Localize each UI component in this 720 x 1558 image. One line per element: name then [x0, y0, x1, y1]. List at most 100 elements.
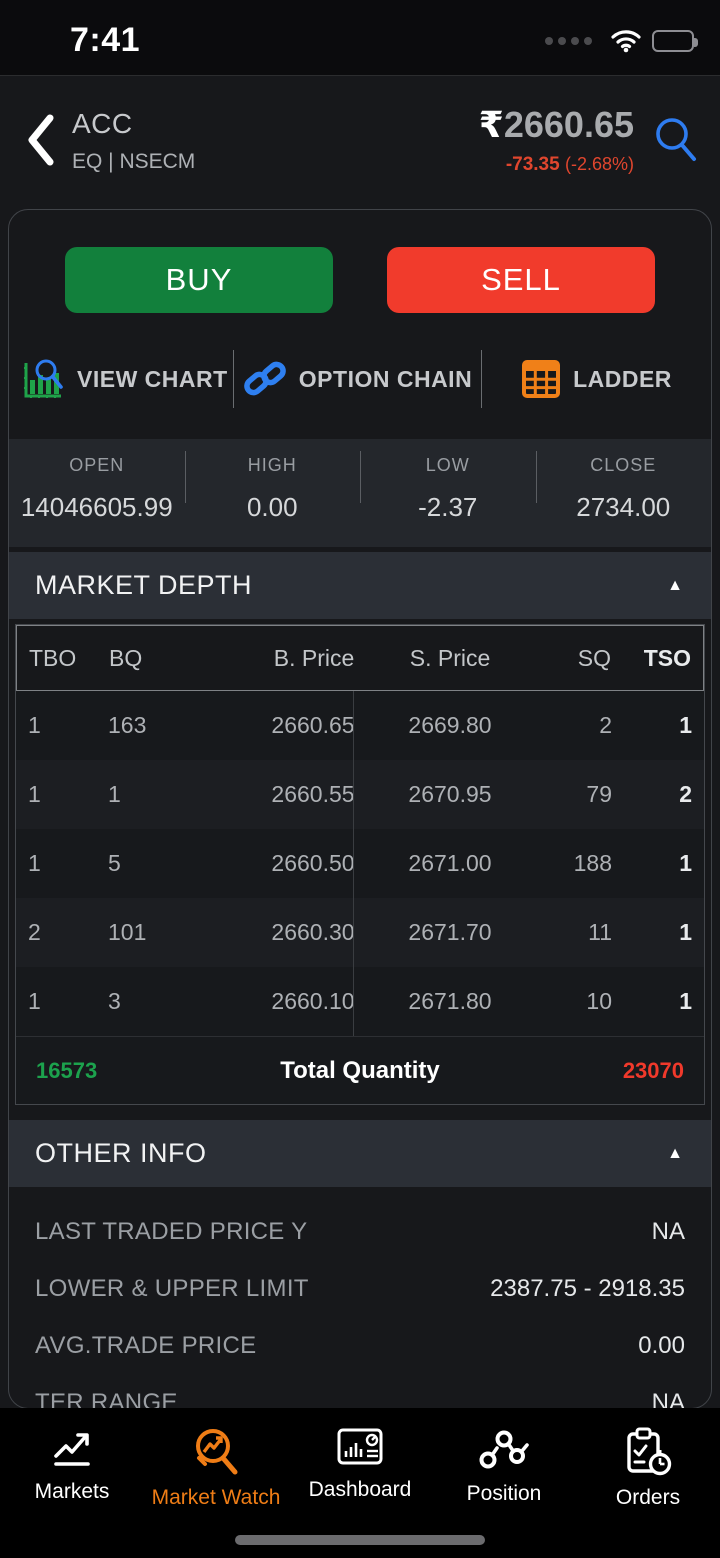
- cell-bprice: 2660.65: [271, 712, 355, 738]
- cell-sprice: 2671.70: [408, 919, 492, 945]
- search-icon[interactable]: [652, 114, 700, 166]
- home-indicator[interactable]: [235, 1535, 485, 1545]
- market-depth-header[interactable]: MARKET DEPTH ▲: [9, 552, 711, 619]
- change-percent: (-2.68%): [564, 154, 634, 174]
- ohlc-label: HIGH: [247, 455, 297, 475]
- cell-bprice: 2660.50: [271, 850, 355, 876]
- cell-sq: 188: [573, 850, 612, 876]
- cell-sprice: 2669.80: [408, 712, 492, 738]
- collapse-icon[interactable]: ▲: [667, 577, 683, 595]
- cell-sq: 10: [586, 988, 612, 1014]
- view-chart-button[interactable]: VIEW CHART: [9, 356, 233, 402]
- option-chain-icon: [243, 361, 286, 396]
- cell-tso: 1: [679, 988, 692, 1014]
- table-row: 1 3 2660.10 2671.80 10 1: [16, 967, 704, 1036]
- buy-button[interactable]: BUY: [65, 247, 333, 313]
- total-quantity-label: Total Quantity: [280, 1056, 440, 1084]
- market-depth-title: MARKET DEPTH: [35, 570, 253, 600]
- status-bar: 7:41: [0, 0, 720, 76]
- price-change: -73.35 (-2.68%): [479, 154, 634, 176]
- ohlc-open: OPEN 14046605.99: [9, 455, 185, 523]
- ohlc-label: CLOSE: [590, 455, 657, 475]
- ohlc-high: HIGH 0.00: [184, 451, 361, 523]
- sell-button[interactable]: SELL: [387, 247, 655, 313]
- depth-table-header: TBO BQ B. Price S. Price SQ TSO: [16, 625, 704, 691]
- ohlc-label: LOW: [425, 455, 470, 475]
- price-block: ₹2660.65 -73.35 (-2.68%): [479, 104, 634, 176]
- cell-tso: 1: [679, 919, 692, 945]
- total-sell-quantity: 23070: [622, 1057, 684, 1083]
- cell-sq: 2: [599, 712, 612, 738]
- cell-bq: 1: [108, 781, 121, 807]
- cell-bprice: 2660.10: [271, 988, 355, 1014]
- nav-item-markets[interactable]: Markets: [0, 1426, 144, 1558]
- view-chart-label: VIEW CHART: [77, 365, 228, 392]
- cell-tso: 2: [679, 781, 692, 807]
- cell-sprice: 2670.95: [408, 781, 492, 807]
- col-header-tbo: TBO: [29, 644, 77, 671]
- col-header-tso: TSO: [643, 644, 691, 671]
- other-info-header[interactable]: OTHER INFO ▲: [9, 1120, 711, 1187]
- ohlc-value: 14046605.99: [20, 492, 173, 522]
- cell-sprice: 2671.80: [408, 988, 492, 1014]
- info-label: LOWER & UPPER LIMIT: [35, 1274, 309, 1302]
- info-label: AVG.TRADE PRICE: [35, 1331, 257, 1359]
- ladder-label: LADDER: [573, 365, 672, 392]
- nav-label: Dashboard: [308, 1478, 412, 1501]
- nav-label: Market Watch: [151, 1486, 281, 1509]
- price-value: 2660.65: [503, 104, 634, 145]
- change-value: -73.35: [505, 154, 560, 175]
- table-row: 1 5 2660.50 2671.00 188 1: [16, 829, 704, 898]
- cell-sq: 79: [586, 781, 612, 807]
- list-item: TER RANGE NA: [35, 1374, 685, 1409]
- cell-sq: 11: [588, 919, 612, 945]
- info-value: NA: [651, 1217, 685, 1245]
- total-buy-quantity: 16573: [36, 1057, 98, 1083]
- list-item: LOWER & UPPER LIMIT 2387.75 - 2918.35: [35, 1260, 685, 1317]
- cell-sprice: 2671.00: [408, 850, 492, 876]
- col-header-sprice: S. Price: [409, 644, 491, 671]
- option-chain-label: OPTION CHAIN: [298, 365, 473, 392]
- cell-tso: 1: [679, 850, 692, 876]
- list-item: AVG.TRADE PRICE 0.00: [35, 1317, 685, 1374]
- instrument-header: ACC EQ | NSECM ₹2660.65 -73.35 (-2.68%): [0, 76, 720, 204]
- nav-label: Orders: [615, 1486, 681, 1509]
- option-chain-button[interactable]: OPTION CHAIN: [234, 357, 481, 401]
- back-button[interactable]: [24, 111, 58, 169]
- trade-buttons: BUY SELL: [9, 247, 711, 313]
- bid-ask-divider: [353, 691, 355, 1036]
- status-time: 7:41: [70, 21, 141, 59]
- instrument-card: BUY SELL VIEW CHART OPTION CHAIN LADDER …: [8, 209, 712, 1409]
- list-item: LAST TRADED PRICE Y NA: [35, 1203, 685, 1260]
- bottom-navigation: Markets Market Watch Dashboard Position …: [0, 1408, 720, 1558]
- table-row: 1 163 2660.65 2669.80 2 1: [16, 691, 704, 760]
- cell-tbo: 1: [28, 781, 41, 807]
- info-label: TER RANGE: [35, 1388, 178, 1409]
- depth-table-body: 1 163 2660.65 2669.80 2 1 1 1 2660.55 26…: [16, 691, 704, 1036]
- collapse-icon[interactable]: ▲: [667, 1145, 683, 1163]
- ohlc-label: OPEN: [69, 455, 125, 475]
- table-row: 1 1 2660.55 2670.95 79 2: [16, 760, 704, 829]
- col-header-bprice: B. Price: [273, 644, 355, 671]
- nav-label: Markets: [34, 1480, 110, 1503]
- ohlc-close: CLOSE 2734.00: [535, 451, 712, 523]
- ohlc-low: LOW -2.37: [360, 451, 536, 523]
- total-quantity-row: 16573 Total Quantity 23070: [16, 1036, 704, 1104]
- instrument-symbol: ACC: [72, 108, 133, 139]
- quick-actions: VIEW CHART OPTION CHAIN LADDER: [9, 347, 711, 411]
- rupee-symbol: ₹: [478, 104, 504, 145]
- info-label: LAST TRADED PRICE Y: [35, 1217, 308, 1245]
- info-value: 0.00: [638, 1331, 685, 1359]
- ohlc-value: 2734.00: [576, 492, 671, 522]
- battery-icon: [652, 29, 698, 52]
- info-value: 2387.75 - 2918.35: [490, 1274, 685, 1302]
- nav-label: Position: [466, 1482, 542, 1505]
- cell-tbo: 1: [28, 988, 41, 1014]
- ohlc-strip: OPEN 14046605.99 HIGH 0.00 LOW -2.37 CLO…: [9, 439, 711, 547]
- nav-item-orders[interactable]: Orders: [576, 1426, 720, 1558]
- cell-bprice: 2660.55: [271, 781, 355, 807]
- ladder-button[interactable]: LADDER: [482, 359, 711, 399]
- cell-bprice: 2660.30: [271, 919, 355, 945]
- position-icon: [479, 1430, 529, 1469]
- ohlc-value: -2.37: [418, 492, 478, 522]
